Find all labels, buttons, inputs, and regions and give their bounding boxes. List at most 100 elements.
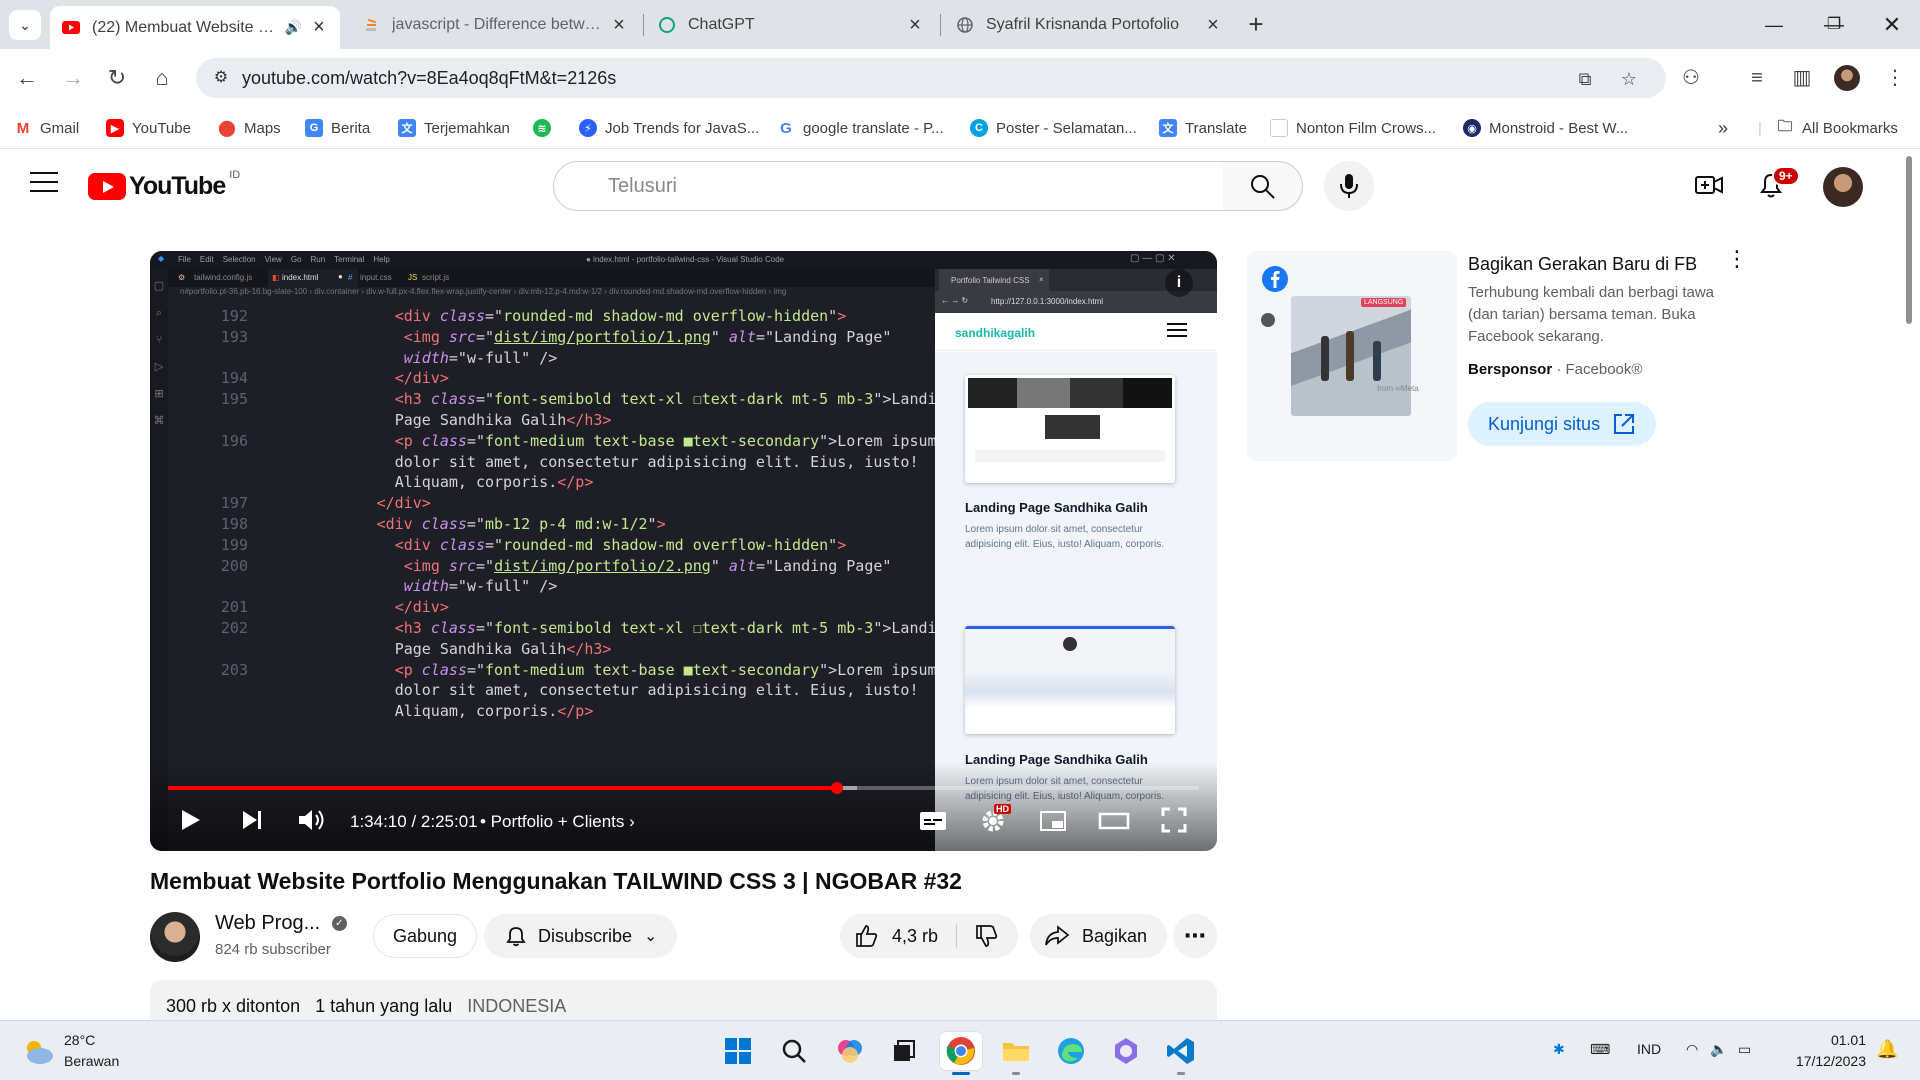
youtube-logo[interactable]: YouTube ID — [88, 169, 240, 201]
url-text[interactable]: youtube.com/watch?v=8Ea4oq8qFtM&t=2126s — [242, 68, 616, 89]
tab-chatgpt[interactable]: ChatGPT × — [646, 6, 936, 44]
close-tab-icon[interactable]: × — [906, 14, 924, 37]
channel-name[interactable]: Web Prog... ✓ — [215, 912, 347, 935]
progress-scrubber[interactable] — [831, 782, 844, 794]
wifi-icon[interactable]: ◠ — [1686, 1041, 1698, 1058]
tab-youtube[interactable]: (22) Membuat Website Portfo 🔊 × — [50, 6, 340, 49]
copilot-icon — [838, 1040, 862, 1063]
taskbar-copilot-app[interactable] — [1107, 1032, 1145, 1070]
close-tab-icon[interactable]: × — [1204, 14, 1222, 37]
bookmark-monstroid[interactable]: ◉ Monstroid - Best W... — [1463, 117, 1628, 139]
progress-bar[interactable] — [168, 782, 1199, 794]
home-icon[interactable]: ⌂ — [145, 61, 179, 95]
bookmark-terjemahkan[interactable]: 文 Terjemahkan — [398, 117, 510, 139]
video-info-icon[interactable]: i — [1165, 269, 1193, 297]
task-view-button[interactable] — [885, 1032, 923, 1070]
clock-date[interactable]: 17/12/2023 — [1796, 1053, 1866, 1069]
tab-portfolio[interactable]: Syafril Krisnanda Portofolio × — [944, 6, 1234, 44]
forward-icon[interactable]: → — [56, 61, 90, 95]
close-window-icon[interactable]: ✕ — [1872, 10, 1912, 40]
bookmark-berita[interactable]: G Berita — [305, 117, 370, 139]
fullscreen-button[interactable] — [1160, 806, 1188, 839]
ad-body: Terhubung kembali dan berbagi tawa (dan … — [1468, 284, 1714, 345]
hamburger-menu-icon[interactable] — [30, 172, 58, 196]
like-button[interactable]: 4,3 rb — [840, 914, 1018, 958]
speaker-icon[interactable]: 🔊 — [285, 19, 302, 36]
restore-icon[interactable]: ❐ — [1814, 10, 1854, 40]
video-tag[interactable]: INDONESIA — [467, 996, 566, 1016]
minimize-icon[interactable]: — — [1754, 10, 1794, 40]
taskbar-file-explorer[interactable] — [997, 1032, 1035, 1070]
ad-thumbnail[interactable]: LANGSUNG from ∞Meta — [1247, 251, 1457, 461]
search-input[interactable]: Telusuri — [553, 161, 1224, 211]
input-language[interactable]: IND — [1637, 1041, 1661, 1057]
page-scrollbar[interactable] — [1904, 150, 1914, 325]
chapter-title[interactable]: • Portfolio + Clients › — [480, 812, 635, 832]
clock-time[interactable]: 01.01 — [1831, 1032, 1866, 1048]
keyboard-icon[interactable]: ⌨ — [1590, 1041, 1610, 1058]
join-button[interactable]: Gabung — [373, 914, 478, 958]
weather-cloud-icon[interactable] — [20, 1036, 56, 1066]
more-actions-button[interactable]: ⋯ — [1173, 914, 1217, 958]
side-panel-icon[interactable]: ▥ — [1787, 63, 1817, 93]
new-tab-button[interactable]: + — [1240, 10, 1272, 40]
channel-avatar[interactable] — [150, 912, 200, 962]
next-button[interactable] — [238, 806, 266, 839]
settings-button[interactable]: HD — [978, 804, 1011, 839]
weather-temperature[interactable]: 28°C — [64, 1032, 95, 1048]
bookmark-spotify[interactable]: ≋ — [533, 117, 559, 139]
theater-mode-button[interactable] — [1098, 806, 1130, 839]
open-in-app-icon[interactable]: ⧉ — [1572, 66, 1598, 92]
profile-avatar[interactable] — [1834, 65, 1860, 91]
search-button[interactable] — [1223, 161, 1303, 211]
tab-search-button[interactable]: ⌄ — [9, 10, 41, 40]
play-button[interactable] — [176, 806, 204, 839]
share-button[interactable]: Bagikan — [1030, 914, 1168, 958]
close-tab-icon[interactable]: × — [310, 16, 328, 39]
reload-icon[interactable]: ↻ — [100, 61, 134, 95]
bluetooth-icon[interactable]: ✱ — [1553, 1041, 1565, 1058]
video-player[interactable]: ◆ File Edit Selection View Go Run Terminal Help… — [150, 251, 1217, 851]
address-bar[interactable]: ⚙ youtube.com/watch?v=8Ea4oq8qFtM&t=2126… — [196, 58, 1666, 98]
all-bookmarks[interactable]: 🗀 All Bookmarks — [1776, 117, 1898, 139]
bookmark-nonton[interactable]: Nonton Film Crows... — [1270, 117, 1436, 139]
bookmark-translate[interactable]: 文 Translate — [1159, 117, 1247, 139]
volume-button[interactable] — [296, 806, 326, 839]
miniplayer-button[interactable] — [1038, 806, 1068, 839]
all-bookmarks-label: All Bookmarks — [1802, 119, 1898, 137]
bookmark-gmail[interactable]: M Gmail — [14, 117, 79, 139]
back-icon[interactable]: ← — [10, 61, 44, 95]
taskbar-vscode[interactable] — [1162, 1032, 1200, 1070]
more-bookmarks-icon[interactable]: » — [1718, 117, 1728, 139]
start-button[interactable] — [719, 1032, 757, 1070]
taskbar-search-button[interactable] — [775, 1032, 813, 1070]
media-controls-icon[interactable]: ≡ — [1742, 63, 1772, 93]
ad-title[interactable]: Bagikan Gerakan Baru di FB — [1468, 254, 1697, 275]
subtitles-button[interactable] — [918, 806, 948, 839]
voice-search-button[interactable] — [1324, 161, 1374, 211]
weather-description[interactable]: Berawan — [64, 1053, 119, 1069]
thumbs-down-icon[interactable] — [974, 923, 1000, 949]
create-video-icon[interactable] — [1694, 170, 1726, 202]
ad-more-kebab-icon[interactable]: ⋮ — [1726, 248, 1748, 270]
taskbar-edge[interactable] — [1052, 1032, 1090, 1070]
close-tab-icon[interactable]: × — [610, 14, 628, 37]
bookmark-youtube[interactable]: ▶ YouTube — [106, 117, 191, 139]
visit-site-button[interactable]: Kunjungi situs — [1468, 402, 1657, 446]
bookmark-google-translate[interactable]: Ggoogle translate - P... — [777, 117, 944, 139]
account-avatar[interactable] — [1823, 167, 1863, 207]
bookmark-job-trends[interactable]: ⚡ Job Trends for JavaS... — [579, 117, 759, 139]
notification-bell-icon[interactable]: 🔔 — [1876, 1039, 1898, 1060]
bookmark-poster[interactable]: C Poster - Selamatan... — [970, 117, 1137, 139]
tab-stackoverflow[interactable]: javascript - Difference between × — [350, 6, 640, 44]
bookmark-star-icon[interactable]: ☆ — [1616, 66, 1642, 92]
bookmark-maps[interactable]: ⬤ Maps — [218, 117, 281, 139]
extensions-icon[interactable]: ⚇ — [1676, 63, 1706, 93]
copilot-button[interactable] — [831, 1032, 869, 1070]
site-settings-icon[interactable]: ⚙ — [210, 67, 232, 89]
subscribed-button[interactable]: Disubscribe ⌄ — [484, 914, 678, 958]
volume-icon[interactable]: 🔈 — [1710, 1041, 1727, 1058]
taskbar-chrome[interactable] — [940, 1032, 982, 1070]
menu-kebab-icon[interactable]: ⋮ — [1880, 63, 1910, 93]
battery-icon[interactable]: ▭ — [1738, 1041, 1751, 1058]
